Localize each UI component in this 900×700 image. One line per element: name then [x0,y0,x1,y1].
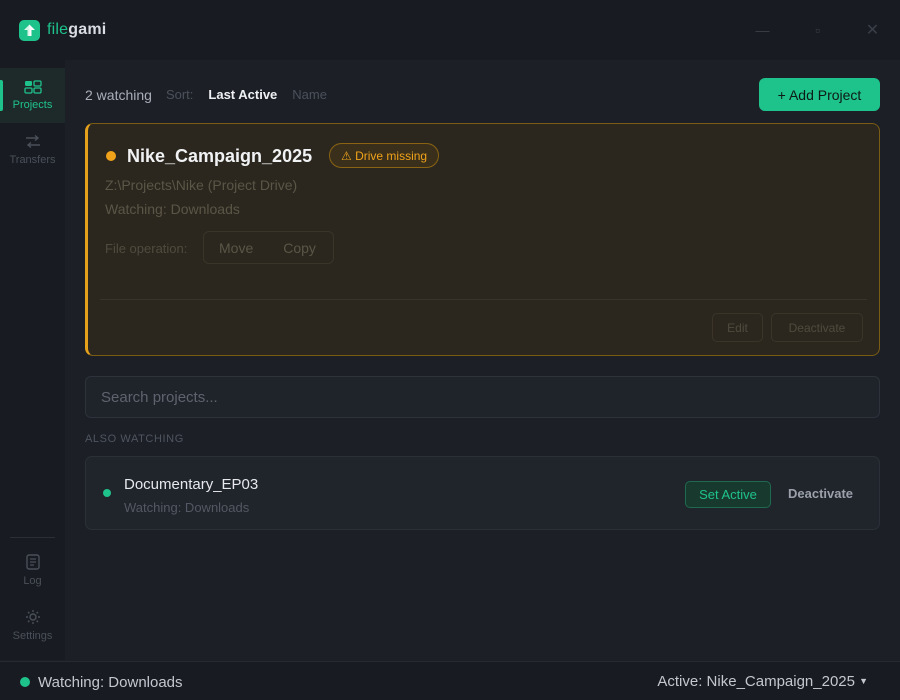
status-watching: Watching: Downloads [38,674,183,691]
status-bar: Watching: Downloads Active: Nike_Campaig… [0,661,900,700]
close-icon: ✕ [865,22,880,39]
sidebar-item-label: Transfers [9,154,56,166]
sort-option-last-active[interactable]: Last Active [208,87,277,102]
project-watching: Watching: Downloads [105,201,240,217]
sidebar-item-projects[interactable]: Projects [0,68,65,123]
drive-missing-badge: ⚠ Drive missing [329,143,440,168]
sidebar-item-settings[interactable]: Settings [0,598,65,653]
active-project-card: Nike_Campaign_2025 ⚠ Drive missing Z:\Pr… [85,123,880,356]
also-watching-label: ALSO WATCHING [85,433,184,445]
add-project-button[interactable]: + Add Project [759,78,880,111]
file-operation-move[interactable]: Move [204,240,268,256]
sidebar-divider [10,537,55,538]
project-watching: Watching: Downloads [124,500,250,515]
file-operation-toggle: Move Copy [203,231,334,264]
settings-icon [25,610,40,624]
status-dot-icon [103,489,111,497]
logo-icon [19,19,40,41]
project-name: Documentary_EP03 [124,476,259,493]
minimize-icon: — [755,22,770,38]
watching-status-dot-icon [20,677,30,687]
app-title: filegami [47,21,106,39]
status-dot-icon [106,151,116,161]
projects-toolbar: 2 watching Sort: Last Active Name + Add … [85,78,880,111]
edit-button[interactable]: Edit [712,313,763,342]
search-input[interactable] [85,376,880,418]
active-project-selector[interactable]: Active: Nike_Campaign_2025 [657,673,855,690]
list-item: Documentary_EP03 Watching: Downloads Set… [85,456,880,530]
maximize-button[interactable]: ▫ [790,0,845,60]
minimize-button[interactable]: — [735,0,790,60]
title-bar: filegami — ▫ ✕ [0,0,900,60]
deactivate-button[interactable]: Deactivate [771,313,863,342]
sort-option-name[interactable]: Name [292,87,327,102]
sidebar-item-transfers[interactable]: Transfers [0,123,65,178]
project-name: Nike_Campaign_2025 [127,146,313,166]
file-operation-label: File operation: [105,241,188,256]
window-controls: — ▫ ✕ [735,0,900,60]
sidebar-item-label: Projects [12,99,53,111]
log-icon [25,554,40,570]
sidebar-item-label: Settings [12,630,53,642]
transfers-icon [25,135,40,149]
app-logo: filegami [19,19,106,41]
file-operation-copy[interactable]: Copy [268,240,331,256]
app-title-part2: gami [68,21,107,38]
project-path: Z:\Projects\Nike (Project Drive) [105,177,298,193]
close-button[interactable]: ✕ [845,0,900,60]
chevron-down-icon[interactable]: ▼ [859,676,868,686]
maximize-icon: ▫ [815,22,820,38]
sidebar: Projects Transfers Log Settings [0,60,65,660]
sidebar-item-label: Log [23,575,42,587]
set-active-button[interactable]: Set Active [685,481,771,508]
sidebar-item-log[interactable]: Log [0,543,65,598]
sort-label: Sort: [165,87,194,102]
deactivate-button[interactable]: Deactivate [788,486,853,501]
app-title-part1: file [47,21,69,38]
card-divider [100,299,867,300]
projects-icon [23,80,42,94]
watching-count: 2 watching [85,86,152,103]
